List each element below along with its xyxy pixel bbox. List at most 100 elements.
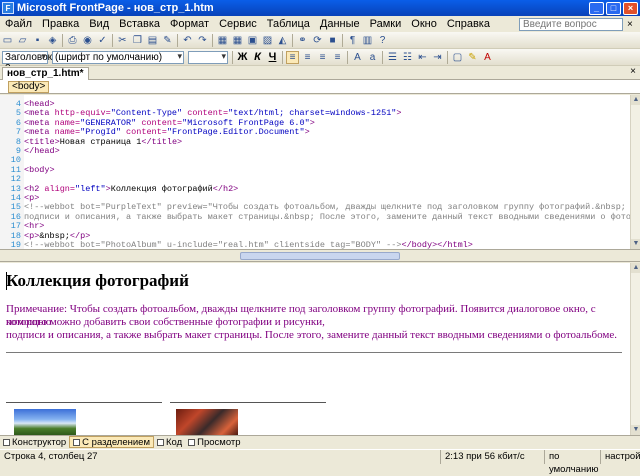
document-tab[interactable]: нов_стр_1.htm* bbox=[2, 67, 89, 80]
publish-icon[interactable]: ◈ bbox=[46, 34, 59, 47]
bold-button[interactable]: Ж bbox=[236, 51, 249, 64]
tab-code[interactable]: Код bbox=[154, 436, 185, 448]
drawing-icon[interactable]: ◭ bbox=[276, 34, 289, 47]
menu-format[interactable]: Формат bbox=[165, 18, 214, 30]
menu-window[interactable]: Окно bbox=[406, 18, 442, 30]
menu-file[interactable]: Файл bbox=[0, 18, 37, 30]
print-icon[interactable]: ⎙ bbox=[66, 34, 79, 47]
document-tab-strip: нов_стр_1.htm* × bbox=[0, 66, 640, 80]
insert-table-icon[interactable]: ▦ bbox=[231, 34, 244, 47]
folder-list-icon[interactable]: ▥ bbox=[361, 34, 374, 47]
doc-close-icon[interactable]: × bbox=[627, 19, 637, 30]
align-left-icon[interactable]: ≡ bbox=[286, 50, 299, 64]
default-setting[interactable]: по умолчанию bbox=[544, 450, 600, 475]
borders-icon[interactable]: ▢ bbox=[451, 51, 464, 64]
preview-icon[interactable]: ◉ bbox=[81, 34, 94, 47]
design-vertical-scrollbar[interactable]: ▲ ▼ bbox=[630, 263, 640, 435]
format-painter-icon[interactable]: ✎ bbox=[161, 34, 174, 47]
paste-icon[interactable]: ▤ bbox=[146, 34, 159, 47]
menu-edit[interactable]: Правка bbox=[37, 18, 84, 30]
hyperlink-icon[interactable]: ⚭ bbox=[296, 34, 309, 47]
code-line[interactable]: 19 <!--webbot bot="PhotoAlbum" u-include=… bbox=[0, 240, 630, 249]
minimize-button[interactable]: _ bbox=[589, 1, 604, 15]
increase-indent-icon[interactable]: ⇥ bbox=[431, 51, 444, 64]
help-question-input[interactable] bbox=[519, 17, 623, 31]
copy-icon[interactable]: ❐ bbox=[131, 34, 144, 47]
show-all-icon[interactable]: ¶ bbox=[346, 34, 359, 47]
scroll-up-icon[interactable]: ▲ bbox=[631, 95, 640, 105]
stop-icon[interactable]: ■ bbox=[326, 34, 339, 47]
design-pane[interactable]: Коллекция фотографий Примечание: Чтобы с… bbox=[0, 263, 630, 435]
scroll-down-icon[interactable]: ▼ bbox=[631, 239, 640, 249]
code-pane[interactable]: 4 <head> 5 <meta http-equiv="Content-Type" … bbox=[0, 95, 630, 249]
new-page-icon[interactable]: ▭ bbox=[1, 34, 14, 47]
body-tag-chip[interactable]: <body> bbox=[8, 81, 50, 93]
highlight-icon[interactable]: ✎ bbox=[466, 51, 479, 64]
justify-icon[interactable]: ≡ bbox=[331, 51, 344, 64]
frontpage-app-icon[interactable]: F bbox=[2, 2, 14, 14]
underline-button[interactable]: Ч bbox=[266, 51, 279, 64]
menu-help[interactable]: Справка bbox=[442, 18, 495, 30]
download-time[interactable]: 2:13 при 56 кбит/с bbox=[440, 450, 544, 464]
tab-split[interactable]: С разделением bbox=[69, 436, 154, 448]
standard-toolbar: ▭ ▱ ▪ ◈ ⎙ ◉ ✓ ✂ ❐ ▤ ✎ ↶ ↷ ▦ ▦ ▣ ▨ ◭ ⚭ ⟳ … bbox=[0, 32, 640, 49]
menu-bar: Файл Правка Вид Вставка Формат Сервис Та… bbox=[0, 16, 640, 32]
refresh-icon[interactable]: ⟳ bbox=[311, 34, 324, 47]
custom-setting[interactable]: настройка bbox=[600, 450, 640, 464]
code-vertical-scrollbar[interactable]: ▲ ▼ bbox=[630, 95, 640, 249]
scroll-up-icon[interactable]: ▲ bbox=[631, 263, 640, 273]
tab-preview[interactable]: Просмотр bbox=[185, 436, 243, 448]
align-right-icon[interactable]: ≡ bbox=[316, 51, 329, 64]
menu-view[interactable]: Вид bbox=[84, 18, 114, 30]
code-token: </body></html> bbox=[401, 240, 473, 249]
album-heading[interactable]: Коллекция фотографий bbox=[6, 271, 189, 291]
close-button[interactable]: × bbox=[623, 1, 638, 15]
tab-preview-label: Просмотр bbox=[197, 436, 241, 448]
open-icon[interactable]: ▱ bbox=[16, 34, 29, 47]
align-center-icon[interactable]: ≡ bbox=[301, 51, 314, 64]
increase-font-icon[interactable]: A bbox=[351, 51, 364, 64]
purple-note-line-3: подписи и описания, а также выбрать маке… bbox=[6, 329, 617, 341]
scroll-down-icon[interactable]: ▼ bbox=[631, 425, 640, 435]
photo-thumbnail-1[interactable] bbox=[14, 409, 76, 435]
toolbar-separator bbox=[62, 33, 63, 47]
bulleted-list-icon[interactable]: ☷ bbox=[401, 51, 414, 64]
menu-table[interactable]: Таблица bbox=[262, 18, 315, 30]
decrease-indent-icon[interactable]: ⇤ bbox=[416, 51, 429, 64]
close-document-icon[interactable]: × bbox=[630, 66, 636, 77]
toolbar-separator bbox=[347, 50, 348, 64]
undo-icon[interactable]: ↶ bbox=[181, 34, 194, 47]
menu-data[interactable]: Данные bbox=[315, 18, 365, 30]
help-icon[interactable]: ? bbox=[376, 34, 389, 47]
menu-tools[interactable]: Сервис bbox=[214, 18, 262, 30]
redo-icon[interactable]: ↷ bbox=[196, 34, 209, 47]
toolbar-separator bbox=[447, 50, 448, 64]
web-component-icon[interactable]: ▦ bbox=[216, 34, 229, 47]
style-select[interactable]: Заголовок 2 bbox=[2, 50, 52, 74]
caption-line-2 bbox=[170, 402, 326, 403]
formatting-toolbar: Заголовок 2 (шрифт по умолчанию) Ж К Ч ≡… bbox=[0, 49, 640, 74]
photo-thumbnail-2[interactable] bbox=[176, 409, 238, 435]
layer-icon[interactable]: ▣ bbox=[246, 34, 259, 47]
maximize-button[interactable]: □ bbox=[606, 1, 621, 15]
spelling-icon[interactable]: ✓ bbox=[96, 34, 109, 47]
numbered-list-icon[interactable]: ☰ bbox=[386, 51, 399, 64]
font-select[interactable]: (шрифт по умолчанию) bbox=[52, 50, 184, 64]
save-icon[interactable]: ▪ bbox=[31, 34, 44, 47]
toolbar-separator bbox=[292, 33, 293, 47]
tab-design[interactable]: Конструктор bbox=[0, 436, 69, 448]
decrease-font-icon[interactable]: a bbox=[366, 51, 379, 64]
menu-insert[interactable]: Вставка bbox=[114, 18, 165, 30]
italic-button[interactable]: К bbox=[251, 51, 264, 64]
view-tabs: Конструктор С разделением Код Просмотр bbox=[0, 435, 640, 448]
tab-design-label: Конструктор bbox=[12, 436, 67, 448]
title-bar: F Microsoft FrontPage - нов_стр_1.htm _ … bbox=[0, 0, 640, 16]
font-size-select[interactable] bbox=[188, 50, 228, 64]
insert-picture-icon[interactable]: ▨ bbox=[261, 34, 274, 47]
preview-view-icon bbox=[188, 438, 196, 446]
menu-frames[interactable]: Рамки bbox=[365, 18, 407, 30]
cut-icon[interactable]: ✂ bbox=[116, 34, 129, 47]
scroll-thumb[interactable] bbox=[240, 252, 400, 260]
code-horizontal-scrollbar[interactable] bbox=[0, 249, 640, 262]
font-color-icon[interactable]: A bbox=[481, 51, 494, 64]
